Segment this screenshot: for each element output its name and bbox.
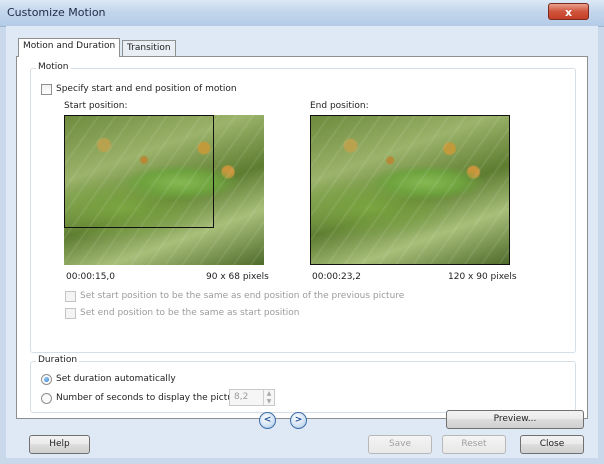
title-bar: Customize Motion x xyxy=(0,0,604,27)
end-position-image[interactable] xyxy=(310,115,510,265)
start-position-image[interactable] xyxy=(64,115,264,265)
start-same-as-previous-checkbox[interactable] xyxy=(65,291,76,302)
next-picture-button[interactable]: > xyxy=(290,412,307,429)
tab-transition[interactable]: Transition xyxy=(122,40,176,56)
specify-motion-checkbox[interactable] xyxy=(41,84,52,95)
start-position-label: Start position: xyxy=(64,101,128,111)
seconds-stepper[interactable]: 8,2 ▲ ▼ xyxy=(229,389,275,406)
start-size: 90 x 68 pixels xyxy=(206,272,269,282)
dialog-body: Motion and Duration Transition Motion Sp… xyxy=(6,26,598,458)
tab-motion-and-duration[interactable]: Motion and Duration xyxy=(18,38,121,57)
seconds-label: Number of seconds to display the picture xyxy=(56,393,242,403)
auto-duration-label: Set duration automatically xyxy=(56,374,176,384)
start-time: 00:00:15,0 xyxy=(66,272,116,282)
duration-group: Duration Set duration automatically Numb… xyxy=(30,355,576,413)
start-same-as-previous-label: Set start position to be the same as end… xyxy=(80,291,405,301)
tab-label: Motion and Duration xyxy=(23,41,116,51)
duration-group-legend: Duration xyxy=(36,355,80,365)
tab-panel: Motion Specify start and end position of… xyxy=(16,56,588,419)
auto-duration-radio[interactable] xyxy=(41,374,52,385)
tab-label: Transition xyxy=(127,43,171,53)
end-same-as-start-label: Set end position to be the same as start… xyxy=(80,308,300,318)
end-size: 120 x 90 pixels xyxy=(448,272,517,282)
motion-group-legend: Motion xyxy=(36,62,71,72)
stepper-arrows-icon[interactable]: ▲ ▼ xyxy=(263,390,274,405)
window-title: Customize Motion xyxy=(7,6,106,19)
start-selection-rectangle[interactable] xyxy=(64,115,214,228)
seconds-radio[interactable] xyxy=(41,393,52,404)
preview-button[interactable]: Preview... xyxy=(446,410,584,429)
previous-picture-button[interactable]: < xyxy=(259,412,276,429)
end-position-label: End position: xyxy=(310,101,369,111)
seconds-value: 8,2 xyxy=(234,392,249,402)
save-button[interactable]: Save xyxy=(368,435,432,454)
end-same-as-start-checkbox[interactable] xyxy=(65,308,76,319)
close-button[interactable]: Close xyxy=(520,435,584,454)
help-button[interactable]: Help xyxy=(29,435,90,454)
specify-motion-label: Specify start and end position of motion xyxy=(56,84,237,94)
window-close-button[interactable]: x xyxy=(548,3,589,20)
image-texture xyxy=(311,116,509,264)
end-time: 00:00:23,2 xyxy=(312,272,362,282)
motion-group: Motion Specify start and end position of… xyxy=(30,62,576,353)
reset-button[interactable]: Reset xyxy=(442,435,506,454)
